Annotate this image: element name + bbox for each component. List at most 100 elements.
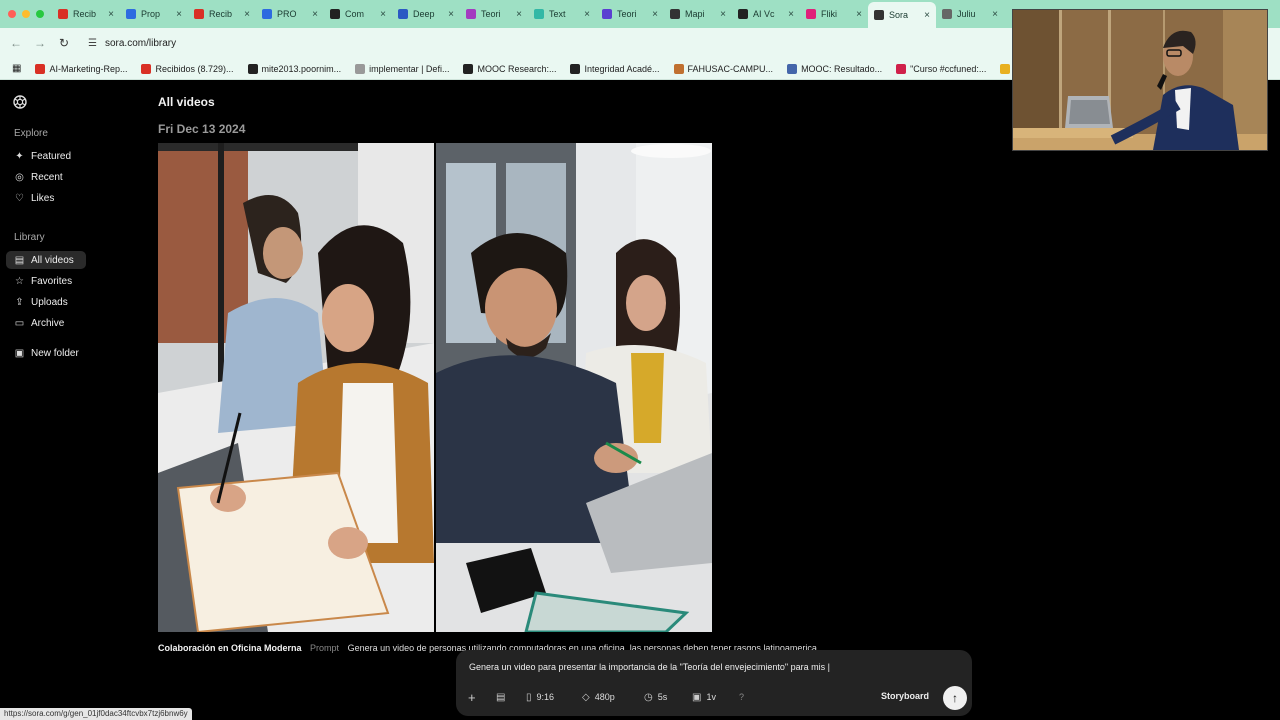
site-settings-icon[interactable]: ☰ — [88, 38, 97, 49]
sidebar-item-recent[interactable]: ◎ Recent — [6, 168, 86, 186]
browser-tab[interactable]: Deep × — [392, 3, 460, 25]
browser-tab[interactable]: Recib × — [52, 3, 120, 25]
bookmark-item[interactable]: implementar | Defi... — [355, 63, 449, 74]
new-folder-button[interactable]: ▣ New folder — [6, 344, 106, 362]
tab-label: Com — [345, 9, 365, 19]
bookmark-item[interactable]: MOOC Research:... — [463, 63, 557, 74]
close-window-button[interactable] — [8, 10, 16, 18]
sidebar-item-label: Archive — [31, 317, 65, 329]
sidebar-item-uploads[interactable]: ⇪ Uploads — [6, 293, 86, 311]
openai-icon — [330, 9, 340, 19]
sparkle-icon — [466, 9, 476, 19]
close-tab-icon[interactable]: × — [176, 9, 182, 20]
clock-icon: ◷ — [644, 691, 653, 703]
browser-tab[interactable]: Recib × — [188, 3, 256, 25]
browser-tab[interactable]: Juliu × — [936, 3, 1004, 25]
sidebar-item-archive[interactable]: ▭ Archive — [6, 314, 86, 332]
aspect-ratio-button[interactable]: ▯ 9:16 — [526, 690, 554, 704]
forward-button[interactable]: → — [28, 36, 52, 50]
back-button[interactable]: ← — [4, 36, 28, 50]
close-tab-icon[interactable]: × — [516, 9, 522, 20]
close-tab-icon[interactable]: × — [108, 9, 114, 20]
close-tab-icon[interactable]: × — [380, 9, 386, 20]
archive-icon: ▭ — [14, 317, 25, 329]
sidebar-item-likes[interactable]: ♡ Likes — [6, 189, 86, 207]
variations-button[interactable]: ▣ 1v — [692, 690, 716, 704]
help-button[interactable]: ? — [739, 690, 744, 704]
bookmark-favicon-icon — [673, 63, 684, 74]
browser-tab[interactable]: Prop × — [120, 3, 188, 25]
presets-button[interactable]: ▤ — [496, 690, 505, 704]
video-thumbnail-1[interactable] — [158, 143, 434, 632]
browser-tab[interactable]: Fliki × — [800, 3, 868, 25]
variations-value: 1v — [706, 692, 716, 702]
text-icon — [534, 9, 544, 19]
variations-icon: ▣ — [692, 691, 702, 703]
close-tab-icon[interactable]: × — [244, 9, 250, 20]
prompt-label: Prompt — [310, 643, 340, 653]
bookmark-item[interactable]: "Curso #ccfuned:... — [896, 63, 987, 74]
browser-tab[interactable]: Sora × — [868, 2, 936, 28]
browser-tab[interactable]: PRO × — [256, 3, 324, 25]
close-tab-icon[interactable]: × — [856, 9, 862, 20]
submit-button[interactable]: ↑ — [943, 686, 967, 710]
bookmark-item[interactable]: AI-Marketing-Rep... — [35, 63, 127, 74]
apps-grid-icon[interactable]: ▦ — [12, 63, 21, 74]
minimize-window-button[interactable] — [22, 10, 30, 18]
monitor-icon — [602, 9, 612, 19]
bookmark-item[interactable]: Recibidos (8.729)... — [141, 63, 234, 74]
browser-tab[interactable]: Teori × — [460, 3, 528, 25]
video-thumbnail-2[interactable] — [436, 143, 712, 632]
zoom-window-button[interactable] — [36, 10, 44, 18]
close-tab-icon[interactable]: × — [584, 9, 590, 20]
openai-logo-icon[interactable] — [12, 94, 28, 110]
office-woman-writing-image — [158, 143, 434, 632]
tab-label: Teori — [617, 9, 637, 19]
browser-tab[interactable]: Text × — [528, 3, 596, 25]
resolution-button[interactable]: ◇ 480p — [582, 690, 615, 704]
close-tab-icon[interactable]: × — [924, 10, 930, 21]
fliki-icon — [806, 9, 816, 19]
sidebar-item-favorites[interactable]: ☆ Favorites — [6, 272, 86, 290]
browser-tab[interactable]: AI Vc × — [732, 3, 800, 25]
tab-label: Text — [549, 9, 566, 19]
storyboard-button[interactable]: Storyboard — [881, 691, 929, 701]
close-tab-icon[interactable]: × — [312, 9, 318, 20]
bookmark-label: Integridad Acadé... — [584, 63, 660, 74]
presenter-webcam-overlay — [1012, 9, 1268, 151]
close-tab-icon[interactable]: × — [788, 9, 794, 20]
tab-label: PRO — [277, 9, 297, 19]
sidebar-item-label: Featured — [31, 150, 72, 162]
window-controls — [0, 10, 52, 18]
close-tab-icon[interactable]: × — [992, 9, 998, 20]
bookmark-item[interactable]: FAHUSAC-CAMPU... — [673, 63, 773, 74]
arrow-up-icon: ↑ — [952, 691, 958, 705]
duration-button[interactable]: ◷ 5s — [644, 690, 667, 704]
bookmark-item[interactable]: mite2013.poornim... — [247, 63, 341, 74]
star-icon: ☆ — [15, 275, 24, 287]
sidebar-item-featured[interactable]: ✦ Featured — [6, 147, 86, 165]
bookmark-label: "Curso #ccfuned:... — [910, 63, 987, 74]
reload-button[interactable]: ↻ — [52, 36, 76, 50]
sidebar-item-all-videos[interactable]: ▤ All videos — [6, 251, 86, 269]
bookmark-item[interactable]: MOOC: Resultado... — [787, 63, 882, 74]
prompt-input[interactable]: Genera un video para presentar la import… — [469, 662, 830, 672]
heart-icon: ♡ — [15, 192, 24, 204]
add-media-button[interactable]: + — [468, 689, 476, 705]
tab-label: Mapi — [685, 9, 705, 19]
bookmark-label: MOOC Research:... — [477, 63, 557, 74]
sidebar: Explore ✦ Featured ◎ Recent ♡ Likes Libr… — [0, 80, 150, 720]
browser-tab[interactable]: Com × — [324, 3, 392, 25]
plus-icon: + — [468, 689, 476, 705]
page-title: All videos — [158, 95, 215, 109]
diamond-icon: ◇ — [582, 691, 590, 703]
close-tab-icon[interactable]: × — [652, 9, 658, 20]
prompt-composer: Genera un video para presentar la import… — [456, 650, 972, 716]
video-title[interactable]: Colaboración en Oficina Moderna — [158, 643, 302, 653]
bookmark-item[interactable]: Integridad Acadé... — [570, 63, 660, 74]
duration-value: 5s — [657, 692, 668, 702]
browser-tab[interactable]: Mapi × — [664, 3, 732, 25]
browser-tab[interactable]: Teori × — [596, 3, 664, 25]
close-tab-icon[interactable]: × — [448, 9, 454, 20]
close-tab-icon[interactable]: × — [720, 9, 726, 20]
